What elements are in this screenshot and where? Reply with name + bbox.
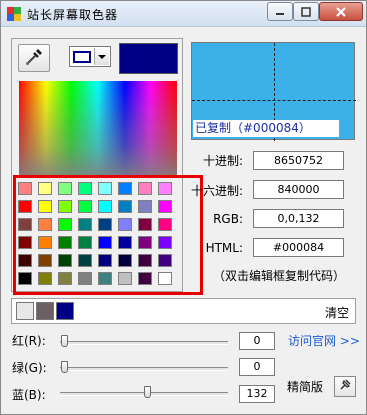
visit-website-link[interactable]: 访问官网 >> (288, 332, 360, 349)
close-icon (335, 6, 347, 18)
green-slider-thumb[interactable] (61, 361, 68, 373)
picker-size-swatch (73, 51, 91, 63)
green-label: 绿(G): (12, 361, 47, 375)
chevron-down-icon (94, 48, 109, 65)
green-value-field[interactable]: 0 (239, 358, 275, 376)
rgb-label: RGB: (213, 212, 243, 226)
red-slider-track[interactable] (60, 335, 228, 347)
red-label: 红(R): (12, 334, 46, 348)
pin-icon (338, 378, 352, 395)
history-swatch[interactable] (16, 302, 34, 320)
maximize-button[interactable] (293, 2, 319, 21)
eyedropper-icon (24, 47, 44, 70)
blue-value-field[interactable]: 132 (239, 385, 275, 403)
history-swatch[interactable] (56, 302, 74, 320)
minimize-button[interactable] (267, 2, 293, 21)
hex-label: 十六进制: (190, 184, 243, 198)
pin-button[interactable] (334, 376, 356, 397)
copy-hint: （双击编辑框复制代码） (213, 269, 346, 283)
blue-slider-track[interactable] (60, 386, 228, 398)
red-slider-thumb[interactable] (61, 335, 68, 347)
clear-history-button[interactable]: 清空 (325, 304, 349, 321)
color-picker-app-icon (6, 6, 22, 22)
current-color-swatch (119, 43, 178, 74)
green-slider-track[interactable] (60, 361, 228, 373)
color-spectrum[interactable] (19, 81, 177, 175)
minimize-icon (275, 7, 285, 17)
decimal-label: 十进制: (202, 154, 243, 168)
eyedropper-button[interactable] (18, 44, 50, 72)
rgb-field[interactable]: 0,0,132 (253, 209, 344, 228)
title-bar[interactable]: 站长屏幕取色器 (1, 1, 366, 27)
red-value-field[interactable]: 0 (239, 332, 275, 350)
lite-mode-button[interactable]: 精简版 (287, 378, 323, 395)
html-field[interactable]: #000084 (253, 238, 344, 257)
hex-field[interactable]: 840000 (253, 180, 344, 199)
blue-slider-thumb[interactable] (144, 386, 152, 398)
window-title: 站长屏幕取色器 (27, 8, 119, 22)
history-swatch[interactable] (36, 302, 54, 320)
decimal-field[interactable]: 8650752 (253, 151, 344, 170)
blue-label: 蓝(B): (12, 388, 46, 402)
crosshair-horizontal (192, 100, 356, 101)
picker-size-select[interactable] (69, 46, 111, 67)
html-label: HTML: (205, 241, 243, 255)
close-button[interactable] (319, 2, 363, 21)
color-history: 清空 (11, 298, 356, 324)
app-window: 站长屏幕取色器 已复制（#000084） 十进制: 8650752 十六进制: … (0, 0, 367, 415)
copied-status: 已复制（#000084） (193, 120, 339, 137)
maximize-icon (301, 6, 311, 17)
